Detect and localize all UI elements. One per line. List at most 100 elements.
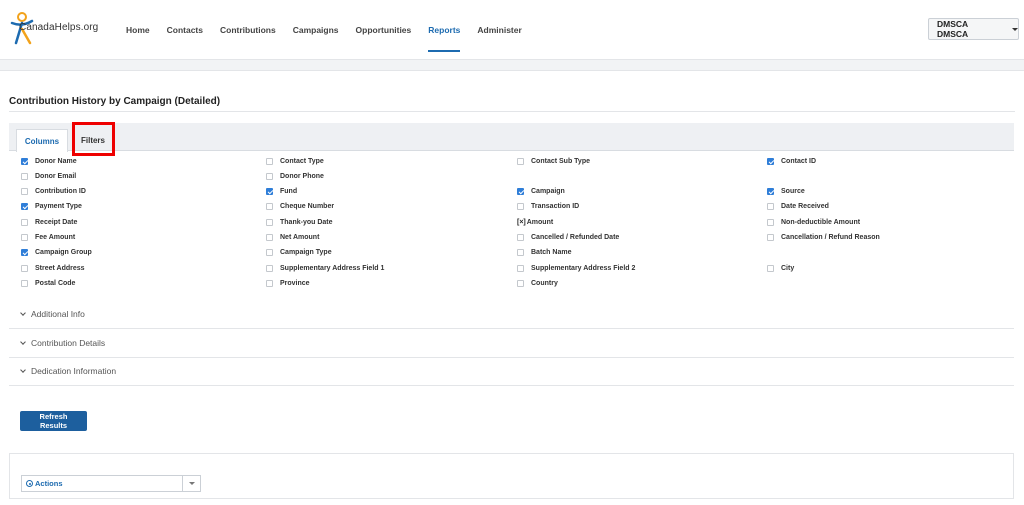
nav-home[interactable]: Home: [126, 0, 150, 60]
checkbox[interactable]: [21, 264, 28, 272]
checkbox-contact-type[interactable]: Contact Type: [266, 155, 324, 167]
checkbox-cancellation-refund-reason[interactable]: Cancellation / Refund Reason: [767, 231, 880, 243]
checkbox-cancelled-refunded-date[interactable]: Cancelled / Refunded Date: [517, 231, 619, 243]
checkbox[interactable]: [767, 233, 774, 241]
refresh-results-button[interactable]: Refresh Results: [20, 411, 87, 431]
section-contribution-details[interactable]: Contribution Details: [9, 329, 1014, 358]
checkbox[interactable]: [517, 203, 524, 211]
checkbox[interactable]: [767, 203, 774, 211]
nav-administer[interactable]: Administer: [477, 0, 521, 60]
checkbox-source[interactable]: Source: [767, 186, 805, 198]
checkbox-label: Campaign: [531, 188, 565, 196]
checkbox-supplementary-address-2[interactable]: Supplementary Address Field 2: [517, 262, 635, 274]
title-divider: [9, 111, 1015, 112]
checkbox-row: Donor Name Contact Type Contact Sub Type…: [21, 155, 1021, 170]
checkbox[interactable]: [266, 218, 273, 226]
checkbox[interactable]: [21, 188, 28, 196]
checkbox[interactable]: [266, 233, 273, 241]
section-additional-info[interactable]: Additional Info: [9, 300, 1014, 329]
nav-campaigns[interactable]: Campaigns: [293, 0, 339, 60]
nav-reports[interactable]: Reports: [428, 0, 461, 60]
checkbox-campaign-type[interactable]: Campaign Type: [266, 247, 332, 259]
checkbox-contact-sub-type[interactable]: Contact Sub Type: [517, 155, 590, 167]
checkbox-thank-you-date[interactable]: Thank-you Date: [266, 216, 333, 228]
section-dedication-information[interactable]: Dedication Information: [9, 357, 1014, 386]
checkbox[interactable]: [266, 188, 273, 196]
checkbox[interactable]: [767, 218, 774, 226]
checkbox-donor-email[interactable]: Donor Email: [21, 170, 76, 182]
checkbox-contribution-id[interactable]: Contribution ID: [21, 186, 86, 198]
checkbox-cheque-number[interactable]: Cheque Number: [266, 201, 334, 213]
top-bar: CanadaHelps.org Home Contacts Contributi…: [0, 0, 1024, 60]
checkbox[interactable]: [517, 279, 524, 287]
nav-contributions[interactable]: Contributions: [220, 0, 276, 60]
checkbox-country[interactable]: Country: [517, 277, 558, 289]
checkbox-label: Contact ID: [781, 157, 816, 165]
tab-columns[interactable]: Columns: [16, 129, 68, 152]
checkbox-label: Amount: [526, 218, 554, 226]
checkbox[interactable]: [21, 233, 28, 241]
checkbox-label: Net Amount: [280, 233, 320, 241]
checkbox[interactable]: [21, 218, 28, 226]
checkbox-province[interactable]: Province: [266, 277, 310, 289]
checkbox-receipt-date[interactable]: Receipt Date: [21, 216, 77, 228]
checkbox-label: Province: [280, 279, 310, 287]
checkbox[interactable]: [517, 157, 524, 165]
main-nav: Home Contacts Contributions Campaigns Op…: [126, 0, 522, 60]
checkbox-label: Country: [531, 279, 558, 287]
chevron-down-icon: [20, 338, 26, 345]
checkbox[interactable]: [266, 249, 273, 257]
nav-contacts[interactable]: Contacts: [167, 0, 203, 60]
checkbox-label: Street Address: [35, 264, 85, 272]
user-menu-button[interactable]: DMSCA DMSCA: [928, 18, 1019, 40]
checkbox-batch-name[interactable]: Batch Name: [517, 247, 571, 259]
actions-dropdown-toggle[interactable]: [182, 476, 200, 491]
checkbox[interactable]: [266, 279, 273, 287]
columns-checkbox-grid: Donor Name Contact Type Contact Sub Type…: [21, 155, 1021, 293]
checkbox-supplementary-address-1[interactable]: Supplementary Address Field 1: [266, 262, 384, 274]
checkbox-label: City: [781, 264, 795, 272]
checkbox[interactable]: [767, 157, 774, 165]
checkbox-donor-phone[interactable]: Donor Phone: [266, 170, 324, 182]
checkbox-fee-amount[interactable]: Fee Amount: [21, 231, 75, 243]
checkbox-label: Campaign Group: [35, 249, 92, 257]
actions-select[interactable]: Actions: [21, 475, 201, 492]
checkbox[interactable]: [21, 157, 28, 165]
checkbox-postal-code[interactable]: Postal Code: [21, 277, 75, 289]
checkbox-transaction-id[interactable]: Transaction ID: [517, 201, 579, 213]
checkbox[interactable]: [21, 249, 28, 257]
checkbox-payment-type[interactable]: Payment Type: [21, 201, 82, 213]
checkbox[interactable]: [21, 203, 28, 211]
checkbox[interactable]: [21, 172, 28, 180]
checkbox-campaign-group[interactable]: Campaign Group: [21, 247, 92, 259]
chevron-down-icon: [20, 309, 26, 316]
checkbox[interactable]: [767, 188, 774, 196]
checkbox[interactable]: [21, 279, 28, 287]
checkbox-non-deductible-amount[interactable]: Non-deductible Amount: [767, 216, 860, 228]
checkbox[interactable]: [266, 157, 273, 165]
checkbox-city[interactable]: City: [767, 262, 794, 274]
checkbox[interactable]: [266, 264, 273, 272]
checkbox-row: Payment Type Cheque Number Transaction I…: [21, 201, 1021, 216]
checkbox[interactable]: [266, 203, 273, 211]
checkbox[interactable]: [517, 249, 524, 257]
nav-opportunities[interactable]: Opportunities: [356, 0, 412, 60]
report-panel: Contribution History by Campaign (Detail…: [0, 70, 1024, 505]
checkbox-campaign[interactable]: Campaign: [517, 186, 565, 198]
checkbox[interactable]: [767, 264, 774, 272]
actions-label: Actions: [35, 479, 63, 488]
chevron-down-icon: [20, 366, 26, 373]
checkbox-label: Payment Type: [35, 203, 82, 211]
checkbox-contact-id[interactable]: Contact ID: [767, 155, 816, 167]
checkbox-street-address[interactable]: Street Address: [21, 262, 85, 274]
tab-filters[interactable]: Filters: [75, 129, 111, 152]
checkbox-date-received[interactable]: Date Received: [767, 201, 829, 213]
checkbox-label: Fee Amount: [35, 233, 76, 241]
checkbox-donor-name[interactable]: Donor Name: [21, 155, 77, 167]
checkbox[interactable]: [266, 172, 273, 180]
checkbox-net-amount[interactable]: Net Amount: [266, 231, 319, 243]
checkbox[interactable]: [517, 264, 524, 272]
checkbox[interactable]: [517, 188, 524, 196]
checkbox[interactable]: [517, 233, 524, 241]
checkbox-fund[interactable]: Fund: [266, 186, 297, 198]
